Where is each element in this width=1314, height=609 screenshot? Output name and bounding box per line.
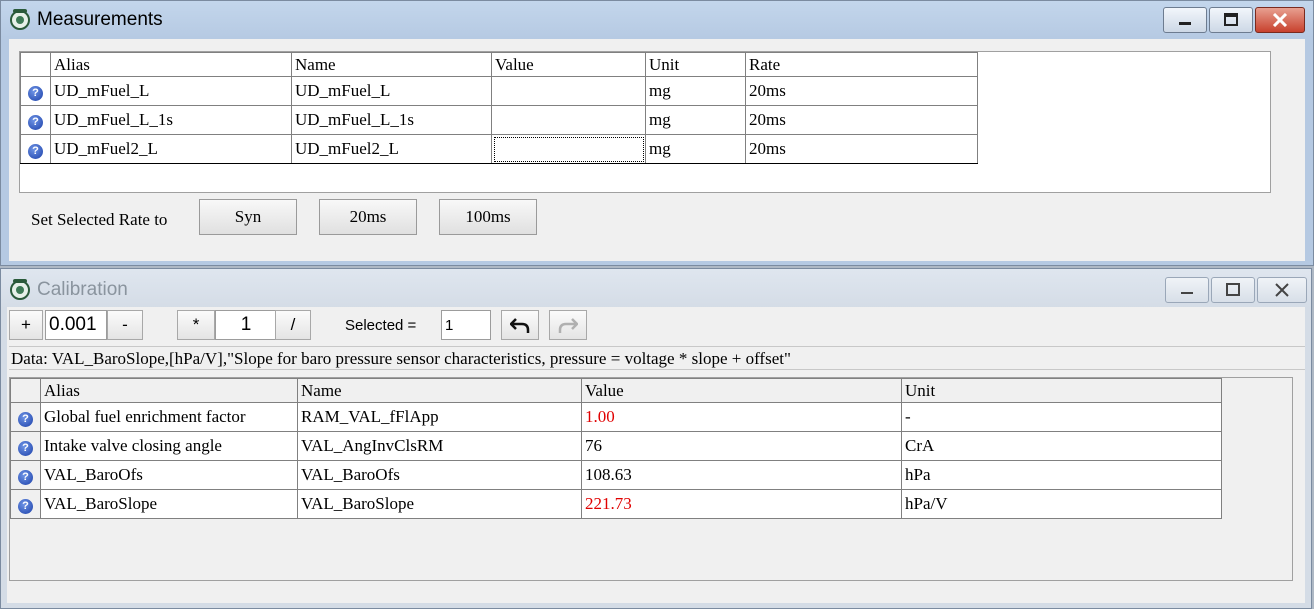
close-button[interactable] [1255, 7, 1305, 33]
cell-value[interactable] [491, 76, 646, 106]
cell-name[interactable]: VAL_BaroSlope [297, 489, 582, 519]
help-icon[interactable]: ? [18, 412, 33, 427]
help-icon[interactable]: ? [28, 115, 43, 130]
close-icon [1272, 13, 1288, 27]
column-header-name[interactable]: Name [297, 378, 582, 403]
redo-button[interactable] [549, 310, 587, 340]
column-header-alias[interactable]: Alias [40, 378, 298, 403]
cell-unit[interactable]: - [901, 402, 1222, 432]
cell-value[interactable] [491, 105, 646, 135]
step-input[interactable] [45, 310, 107, 340]
maximize-icon [1224, 13, 1238, 26]
undo-icon [510, 318, 530, 333]
cell-name[interactable]: VAL_AngInvClsRM [297, 431, 582, 461]
table-row[interactable]: ? UD_mFuel_L_1s UD_mFuel_L_1s mg 20ms [20, 105, 978, 135]
increment-button[interactable]: + [9, 310, 43, 340]
column-header-alias[interactable]: Alias [50, 52, 292, 77]
cell-alias[interactable]: UD_mFuel_L [50, 76, 292, 106]
measurements-client: Alias Name Value Unit Rate ? UD_mFuel_L … [9, 39, 1305, 261]
calibration-client: + - * / Selected = Data: VAL_BaroSlope,[… [7, 307, 1305, 603]
grid-corner[interactable] [10, 378, 41, 403]
decrement-button[interactable]: - [107, 310, 143, 340]
cell-name[interactable]: UD_mFuel_L [291, 76, 492, 106]
cell-unit[interactable]: CrA [901, 431, 1222, 461]
column-header-name[interactable]: Name [291, 52, 492, 77]
cell-alias[interactable]: VAL_BaroSlope [40, 489, 298, 519]
cell-name[interactable]: VAL_BaroOfs [297, 460, 582, 490]
table-row[interactable]: ? VAL_BaroOfs VAL_BaroOfs 108.63 hPa [10, 460, 1222, 490]
cell-alias[interactable]: VAL_BaroOfs [40, 460, 298, 490]
set-rate-label: Set Selected Rate to [31, 210, 168, 229]
window-title: Calibration [37, 279, 128, 300]
maximize-button[interactable] [1209, 7, 1253, 33]
cell-alias[interactable]: UD_mFuel2_L [50, 134, 292, 164]
cell-value-modified[interactable]: 221.73 [581, 489, 902, 519]
help-icon[interactable]: ? [18, 499, 33, 514]
cell-value-focused[interactable] [491, 134, 646, 164]
measurements-window: Measurements Alias Name Value Unit Rate … [0, 0, 1314, 266]
minimize-button[interactable] [1163, 7, 1207, 33]
help-icon[interactable]: ? [28, 86, 43, 101]
rate-syn-button[interactable]: Syn [199, 199, 297, 235]
calibration-window: Calibration + - * / Selected = Data: [0, 268, 1312, 609]
cell-rate[interactable]: 20ms [745, 76, 978, 106]
table-row[interactable]: ? UD_mFuel_L UD_mFuel_L mg 20ms [20, 76, 978, 106]
rate-20ms-button[interactable]: 20ms [319, 199, 417, 235]
cell-rate[interactable]: 20ms [745, 134, 978, 164]
help-icon[interactable]: ? [28, 144, 43, 159]
selected-value-input[interactable] [441, 310, 491, 340]
app-gauge-icon [10, 9, 30, 30]
factor-input[interactable] [215, 310, 277, 340]
column-header-unit[interactable]: Unit [645, 52, 746, 77]
cell-unit[interactable]: mg [645, 105, 746, 135]
grid-corner[interactable] [20, 52, 51, 77]
measurements-grid: Alias Name Value Unit Rate ? UD_mFuel_L … [19, 51, 1271, 193]
cell-unit[interactable]: hPa [901, 460, 1222, 490]
calibration-grid: Alias Name Value Unit ? Global fuel enri… [9, 377, 1293, 581]
cell-value[interactable]: 76 [581, 431, 902, 461]
multiply-button[interactable]: * [177, 310, 215, 340]
cell-unit[interactable]: mg [645, 134, 746, 164]
table-row[interactable]: ? VAL_BaroSlope VAL_BaroSlope 221.73 hPa… [10, 489, 1222, 519]
cell-alias[interactable]: Global fuel enrichment factor [40, 402, 298, 432]
cell-name[interactable]: RAM_VAL_fFlApp [297, 402, 582, 432]
column-header-unit[interactable]: Unit [901, 378, 1222, 403]
column-header-value[interactable]: Value [581, 378, 902, 403]
cell-alias[interactable]: UD_mFuel_L_1s [50, 105, 292, 135]
cell-unit[interactable]: hPa/V [901, 489, 1222, 519]
measurements-titlebar[interactable]: Measurements [1, 1, 1313, 39]
maximize-button[interactable] [1211, 277, 1255, 303]
close-icon [1275, 283, 1289, 297]
column-header-rate[interactable]: Rate [745, 52, 978, 77]
data-description: Data: VAL_BaroSlope,[hPa/V],"Slope for b… [9, 346, 1305, 370]
cell-unit[interactable]: mg [645, 76, 746, 106]
help-icon[interactable]: ? [18, 441, 33, 456]
redo-icon [558, 318, 578, 333]
window-title: Measurements [37, 9, 163, 30]
rate-100ms-button[interactable]: 100ms [439, 199, 537, 235]
divide-button[interactable]: / [275, 310, 311, 340]
cell-name[interactable]: UD_mFuel_L_1s [291, 105, 492, 135]
cell-rate[interactable]: 20ms [745, 105, 978, 135]
table-row[interactable]: ? UD_mFuel2_L UD_mFuel2_L mg 20ms [20, 134, 978, 164]
cell-alias[interactable]: Intake valve closing angle [40, 431, 298, 461]
minimize-icon [1181, 292, 1193, 294]
cell-value[interactable]: 108.63 [581, 460, 902, 490]
calibration-titlebar[interactable]: Calibration [1, 269, 1311, 307]
table-row[interactable]: ? Global fuel enrichment factor RAM_VAL_… [10, 402, 1222, 432]
minimize-icon [1179, 22, 1191, 25]
column-header-value[interactable]: Value [491, 52, 646, 77]
maximize-icon [1226, 283, 1240, 296]
close-button[interactable] [1257, 277, 1307, 303]
help-icon[interactable]: ? [18, 470, 33, 485]
table-row[interactable]: ? Intake valve closing angle VAL_AngInvC… [10, 431, 1222, 461]
minimize-button[interactable] [1165, 277, 1209, 303]
cell-value-modified[interactable]: 1.00 [581, 402, 902, 432]
selected-label: Selected = [345, 317, 417, 334]
cell-name[interactable]: UD_mFuel2_L [291, 134, 492, 164]
app-gauge-icon [10, 279, 30, 300]
undo-button[interactable] [501, 310, 539, 340]
